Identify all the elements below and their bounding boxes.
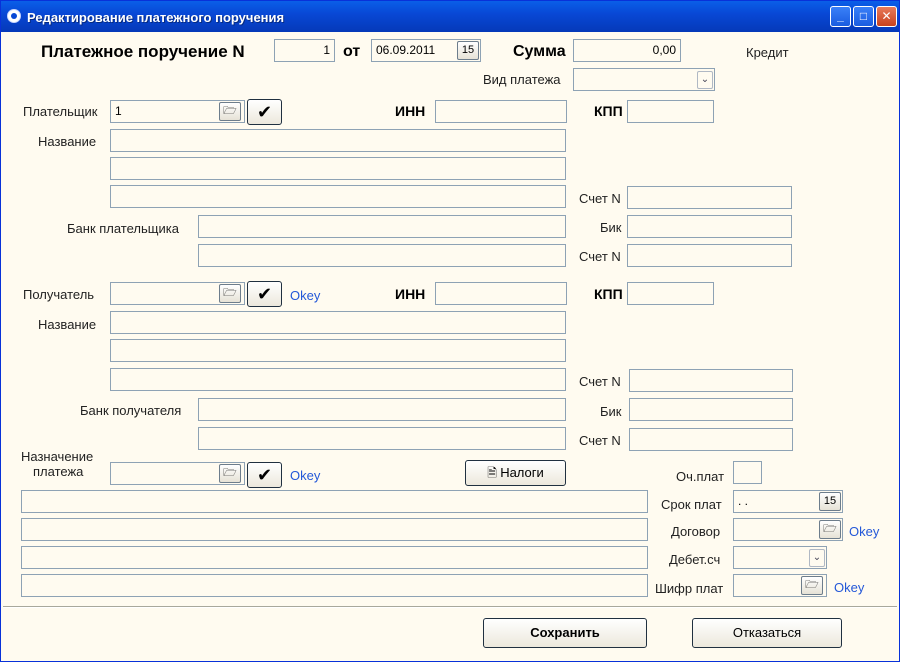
chevron-down-icon[interactable]: ⌄ bbox=[809, 549, 825, 567]
form-body: Платежное поручение N 1 от 06.09.2011 15… bbox=[3, 32, 897, 661]
contract-label: Договор bbox=[671, 524, 721, 539]
payee-corr-account-label: Счет N bbox=[579, 433, 621, 448]
priority-label: Оч.плат bbox=[676, 469, 725, 484]
payee-bik-field[interactable] bbox=[629, 398, 793, 421]
payer-name-line-2[interactable] bbox=[110, 157, 566, 180]
payee-name-label: Название bbox=[38, 317, 97, 332]
payee-bik-label: Бик bbox=[600, 404, 622, 419]
payee-inn-field[interactable] bbox=[435, 282, 567, 305]
calendar-icon[interactable]: 15 bbox=[819, 492, 841, 511]
debit-label: Дебет.сч bbox=[669, 552, 721, 567]
payee-kpp-field[interactable] bbox=[627, 282, 714, 305]
folder-icon[interactable]: 🗁 bbox=[819, 520, 841, 539]
cipher-status: Okey bbox=[834, 580, 865, 595]
doc-title-label: Платежное поручение N bbox=[41, 42, 245, 61]
sum-field[interactable]: 0,00 bbox=[573, 39, 681, 62]
payee-bank-label: Банк получателя bbox=[80, 403, 182, 418]
credit-label: Кредит bbox=[746, 45, 789, 60]
folder-icon[interactable]: 🗁 bbox=[801, 576, 823, 595]
payee-label: Получатель bbox=[23, 287, 95, 302]
cancel-button[interactable]: Отказаться bbox=[692, 618, 842, 648]
window-title: Редактирование платежного поручения bbox=[27, 10, 285, 25]
folder-icon[interactable]: 🗁 bbox=[219, 284, 241, 303]
payer-account-label: Счет N bbox=[579, 191, 621, 206]
payer-bank-line-1[interactable] bbox=[198, 215, 566, 238]
priority-field[interactable] bbox=[733, 461, 762, 484]
calendar-icon[interactable]: 15 bbox=[457, 41, 479, 60]
payee-corr-account-field[interactable] bbox=[629, 428, 793, 451]
payment-type-select[interactable] bbox=[573, 68, 715, 91]
contract-status: Okey bbox=[849, 524, 880, 539]
payee-account-field[interactable] bbox=[629, 369, 793, 392]
maximize-button[interactable]: □ bbox=[853, 6, 874, 27]
payer-confirm-button[interactable]: ✔ bbox=[247, 99, 282, 125]
payer-corr-account-label: Счет N bbox=[579, 249, 621, 264]
purpose-label-line-2: платежа bbox=[33, 464, 84, 479]
taxes-icon: 🗎 bbox=[487, 466, 501, 480]
chevron-down-icon[interactable]: ⌄ bbox=[697, 71, 713, 89]
payee-bank-line-2[interactable] bbox=[198, 427, 566, 450]
due-label: Срок плат bbox=[661, 497, 722, 512]
payee-status: Okey bbox=[290, 288, 321, 303]
purpose-confirm-button[interactable]: ✔ bbox=[247, 462, 282, 488]
payer-bik-label: Бик bbox=[600, 220, 622, 235]
save-button[interactable]: Сохранить bbox=[483, 618, 647, 648]
purpose-status: Okey bbox=[290, 468, 321, 483]
from-label: от bbox=[343, 43, 361, 60]
purpose-text-line-3[interactable] bbox=[21, 546, 648, 569]
payer-bank-label: Банк плательщика bbox=[67, 221, 179, 236]
app-icon bbox=[7, 9, 21, 23]
payee-account-label: Счет N bbox=[579, 374, 621, 389]
payee-name-line-2[interactable] bbox=[110, 339, 566, 362]
payee-kpp-label: КПП bbox=[594, 286, 623, 302]
purpose-label-line-1: Назначение bbox=[21, 449, 94, 464]
cipher-label: Шифр плат bbox=[655, 581, 724, 596]
payee-confirm-button[interactable]: ✔ bbox=[247, 281, 282, 307]
title-bar[interactable]: Редактирование платежного поручения _ □ … bbox=[1, 1, 899, 32]
payer-label: Плательщик bbox=[23, 104, 98, 119]
payment-type-label: Вид платежа bbox=[483, 72, 561, 87]
purpose-text-line-1[interactable] bbox=[21, 490, 648, 513]
payer-kpp-field[interactable] bbox=[627, 100, 714, 123]
sum-label: Сумма bbox=[513, 43, 566, 60]
folder-icon[interactable]: 🗁 bbox=[219, 102, 241, 121]
payer-inn-field[interactable] bbox=[435, 100, 567, 123]
folder-icon[interactable]: 🗁 bbox=[219, 464, 241, 483]
payee-bank-line-1[interactable] bbox=[198, 398, 566, 421]
taxes-button[interactable]: 🗎 Налоги bbox=[465, 460, 566, 486]
close-button[interactable]: ✕ bbox=[876, 6, 897, 27]
payer-bik-field[interactable] bbox=[627, 215, 792, 238]
payer-name-line-1[interactable] bbox=[110, 129, 566, 152]
payment-order-window: Редактирование платежного поручения _ □ … bbox=[0, 0, 900, 662]
payer-account-field[interactable] bbox=[627, 186, 792, 209]
doc-number-field[interactable]: 1 bbox=[274, 39, 335, 62]
footer-divider bbox=[3, 606, 897, 608]
payer-kpp-label: КПП bbox=[594, 103, 623, 119]
payer-corr-account-field[interactable] bbox=[627, 244, 792, 267]
payer-inn-label: ИНН bbox=[395, 103, 426, 119]
purpose-text-line-4[interactable] bbox=[21, 574, 648, 597]
payee-name-line-1[interactable] bbox=[110, 311, 566, 334]
payee-name-line-3[interactable] bbox=[110, 368, 566, 391]
payer-bank-line-2[interactable] bbox=[198, 244, 566, 267]
payer-name-line-3[interactable] bbox=[110, 185, 566, 208]
purpose-text-line-2[interactable] bbox=[21, 518, 648, 541]
minimize-button[interactable]: _ bbox=[830, 6, 851, 27]
payee-inn-label: ИНН bbox=[395, 286, 426, 302]
payer-name-label: Название bbox=[38, 134, 97, 149]
